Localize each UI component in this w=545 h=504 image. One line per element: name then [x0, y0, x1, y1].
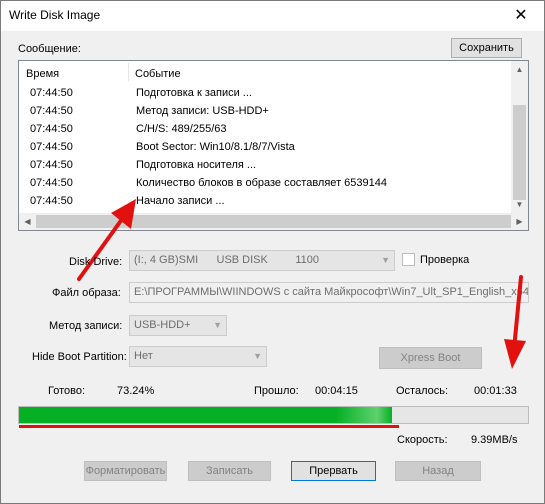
disk-drive-value: (I:, 4 GB)SMI USB DISK 1100	[134, 254, 320, 266]
scroll-left-icon[interactable]: ◀	[19, 213, 36, 230]
vertical-scrollbar[interactable]: ▲ ▼	[511, 61, 528, 213]
log-event: Количество блоков в образе составляет 65…	[136, 177, 387, 189]
chevron-down-icon: ▼	[253, 351, 262, 361]
log-time: 07:44:50	[30, 159, 73, 171]
scroll-up-icon[interactable]: ▲	[511, 61, 528, 78]
log-row[interactable]: 07:44:50 Подготовка к записи ...	[19, 87, 512, 105]
remaining-label: Осталось:	[396, 385, 449, 397]
write-method-value: USB-HDD+	[134, 319, 191, 331]
log-time: 07:44:50	[30, 123, 73, 135]
save-button[interactable]: Сохранить	[451, 38, 522, 58]
log-event: Boot Sector: Win10/8.1/8/7/Vista	[136, 141, 295, 153]
log-event: Подготовка к записи ...	[136, 87, 252, 99]
log-time: 07:44:50	[30, 105, 73, 117]
image-file-value: E:\ПРОГРАММЫ\WIINDOWS с сайта Майкрософт…	[134, 286, 529, 298]
scroll-right-icon[interactable]: ▶	[511, 213, 528, 230]
vertical-scroll-thumb[interactable]	[513, 105, 526, 200]
hide-boot-partition-label: Hide Boot Partition:	[32, 351, 127, 363]
column-divider[interactable]	[128, 63, 129, 81]
log-event: Подготовка носителя ...	[136, 159, 257, 171]
verify-checkbox[interactable]	[402, 253, 415, 266]
write-method-label: Метод записи:	[49, 320, 123, 332]
scroll-down-icon[interactable]: ▼	[511, 196, 528, 213]
log-row[interactable]: 07:44:50 Метод записи: USB-HDD+	[19, 105, 512, 123]
abort-button[interactable]: Прервать	[291, 461, 376, 481]
disk-drive-label: Disk Drive:	[69, 256, 123, 268]
verify-label: Проверка	[420, 254, 470, 266]
format-button[interactable]: Форматировать	[84, 461, 167, 481]
speed-value: 9.39MB/s	[471, 434, 518, 446]
progress-fill	[19, 407, 392, 423]
remaining-value: 00:01:33	[474, 385, 517, 397]
log-time: 07:44:50	[30, 141, 73, 153]
hide-boot-partition-select[interactable]: Нет ▼	[129, 346, 267, 367]
hide-boot-partition-value: Нет	[134, 350, 153, 362]
log-header: Время Событие	[19, 61, 512, 83]
red-arrow-annotation-icon	[77, 199, 136, 281]
log-event: C/H/S: 489/255/63	[136, 123, 227, 135]
write-disk-image-window: Write Disk Image ✕ Сообщение: Сохранить …	[0, 0, 545, 504]
window-title: Write Disk Image	[9, 8, 101, 22]
elapsed-value: 00:04:15	[315, 385, 358, 397]
close-icon[interactable]: ✕	[498, 1, 544, 31]
back-button[interactable]: Назад	[395, 461, 481, 481]
elapsed-label: Прошло:	[254, 385, 299, 397]
chevron-down-icon: ▼	[381, 255, 390, 265]
log-row[interactable]: 07:44:50 Boot Sector: Win10/8.1/8/7/Vist…	[19, 141, 512, 159]
log-row[interactable]: 07:44:50 Подготовка носителя ...	[19, 159, 512, 177]
message-label: Сообщение:	[18, 43, 81, 55]
red-arrow-annotation-icon	[504, 275, 526, 369]
xpress-boot-button[interactable]: Xpress Boot	[379, 347, 482, 369]
write-button[interactable]: Записать	[188, 461, 271, 481]
log-time: 07:44:50	[30, 87, 73, 99]
title-bar: Write Disk Image ✕	[1, 1, 544, 31]
chevron-down-icon: ▼	[213, 320, 222, 330]
red-underline-annotation	[19, 425, 399, 428]
done-label: Готово:	[48, 385, 86, 397]
column-header-time[interactable]: Время	[26, 68, 59, 80]
disk-drive-select[interactable]: (I:, 4 GB)SMI USB DISK 1100 ▼	[129, 250, 395, 271]
column-header-event[interactable]: Событие	[135, 68, 181, 80]
write-progress-bar	[18, 406, 529, 424]
speed-label: Скорость:	[397, 434, 448, 446]
log-row[interactable]: 07:44:50 C/H/S: 489/255/63	[19, 123, 512, 141]
write-method-select[interactable]: USB-HDD+ ▼	[129, 315, 227, 336]
log-event: Метод записи: USB-HDD+	[136, 105, 269, 117]
image-file-label: Файл образа:	[52, 287, 121, 299]
image-file-field[interactable]: E:\ПРОГРАММЫ\WIINDOWS с сайта Майкрософт…	[129, 282, 529, 303]
log-time: 07:44:50	[30, 177, 73, 189]
done-value: 73.24%	[117, 385, 155, 397]
